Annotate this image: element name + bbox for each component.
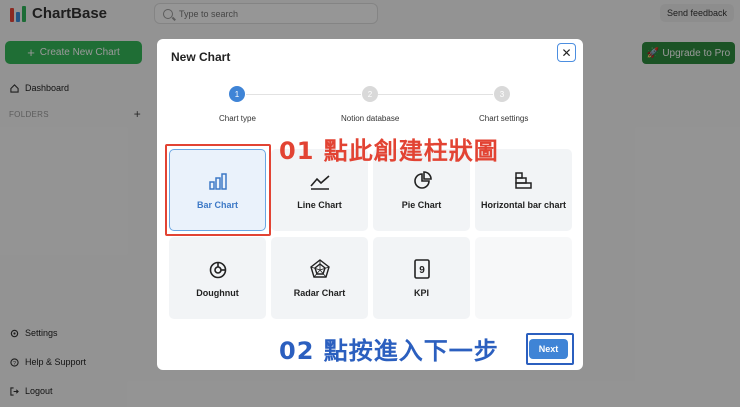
kpi-icon: 9 (413, 259, 430, 279)
step-label-1: Chart type (219, 114, 256, 123)
step-label-2: Notion database (341, 114, 400, 123)
step-label-3: Chart settings (479, 114, 529, 123)
stepper: 1 2 3 Chart type Notion database Chart s… (157, 86, 583, 126)
chart-type-label: Pie Chart (401, 200, 442, 210)
radar-chart-icon (309, 259, 330, 278)
chart-type-label: Horizontal bar chart (480, 200, 566, 210)
step-connector (246, 94, 361, 95)
annotation-highlight-next (526, 333, 574, 365)
annotation-step-1: 01 點此創建柱狀圖 (279, 137, 499, 165)
step-circle-3: 3 (494, 86, 510, 102)
chart-type-radar[interactable]: Radar Chart (271, 237, 368, 319)
horizontal-bar-chart-icon (514, 172, 532, 189)
step-connector (378, 94, 493, 95)
svg-text:9: 9 (419, 265, 425, 276)
doughnut-icon (209, 261, 226, 279)
chart-type-kpi[interactable]: 9 KPI (373, 237, 470, 319)
close-icon: ✕ (561, 45, 572, 60)
pie-chart-icon (413, 171, 432, 189)
chart-type-label: Radar Chart (293, 288, 346, 298)
line-chart-icon (309, 175, 330, 190)
chart-type-doughnut[interactable]: Doughnut (169, 237, 266, 319)
close-button[interactable]: ✕ (557, 43, 576, 62)
empty-card (475, 237, 572, 319)
modal-title: New Chart (171, 50, 231, 64)
chart-type-label: Doughnut (196, 288, 239, 298)
step-circle-1: 1 (229, 86, 245, 102)
annotation-step-2: 02 點按進入下一步 (279, 337, 499, 365)
chart-type-label: Line Chart (297, 200, 342, 210)
annotation-highlight-bar-chart (165, 144, 271, 236)
step-circle-2: 2 (362, 86, 378, 102)
chart-type-label: KPI (413, 288, 429, 298)
